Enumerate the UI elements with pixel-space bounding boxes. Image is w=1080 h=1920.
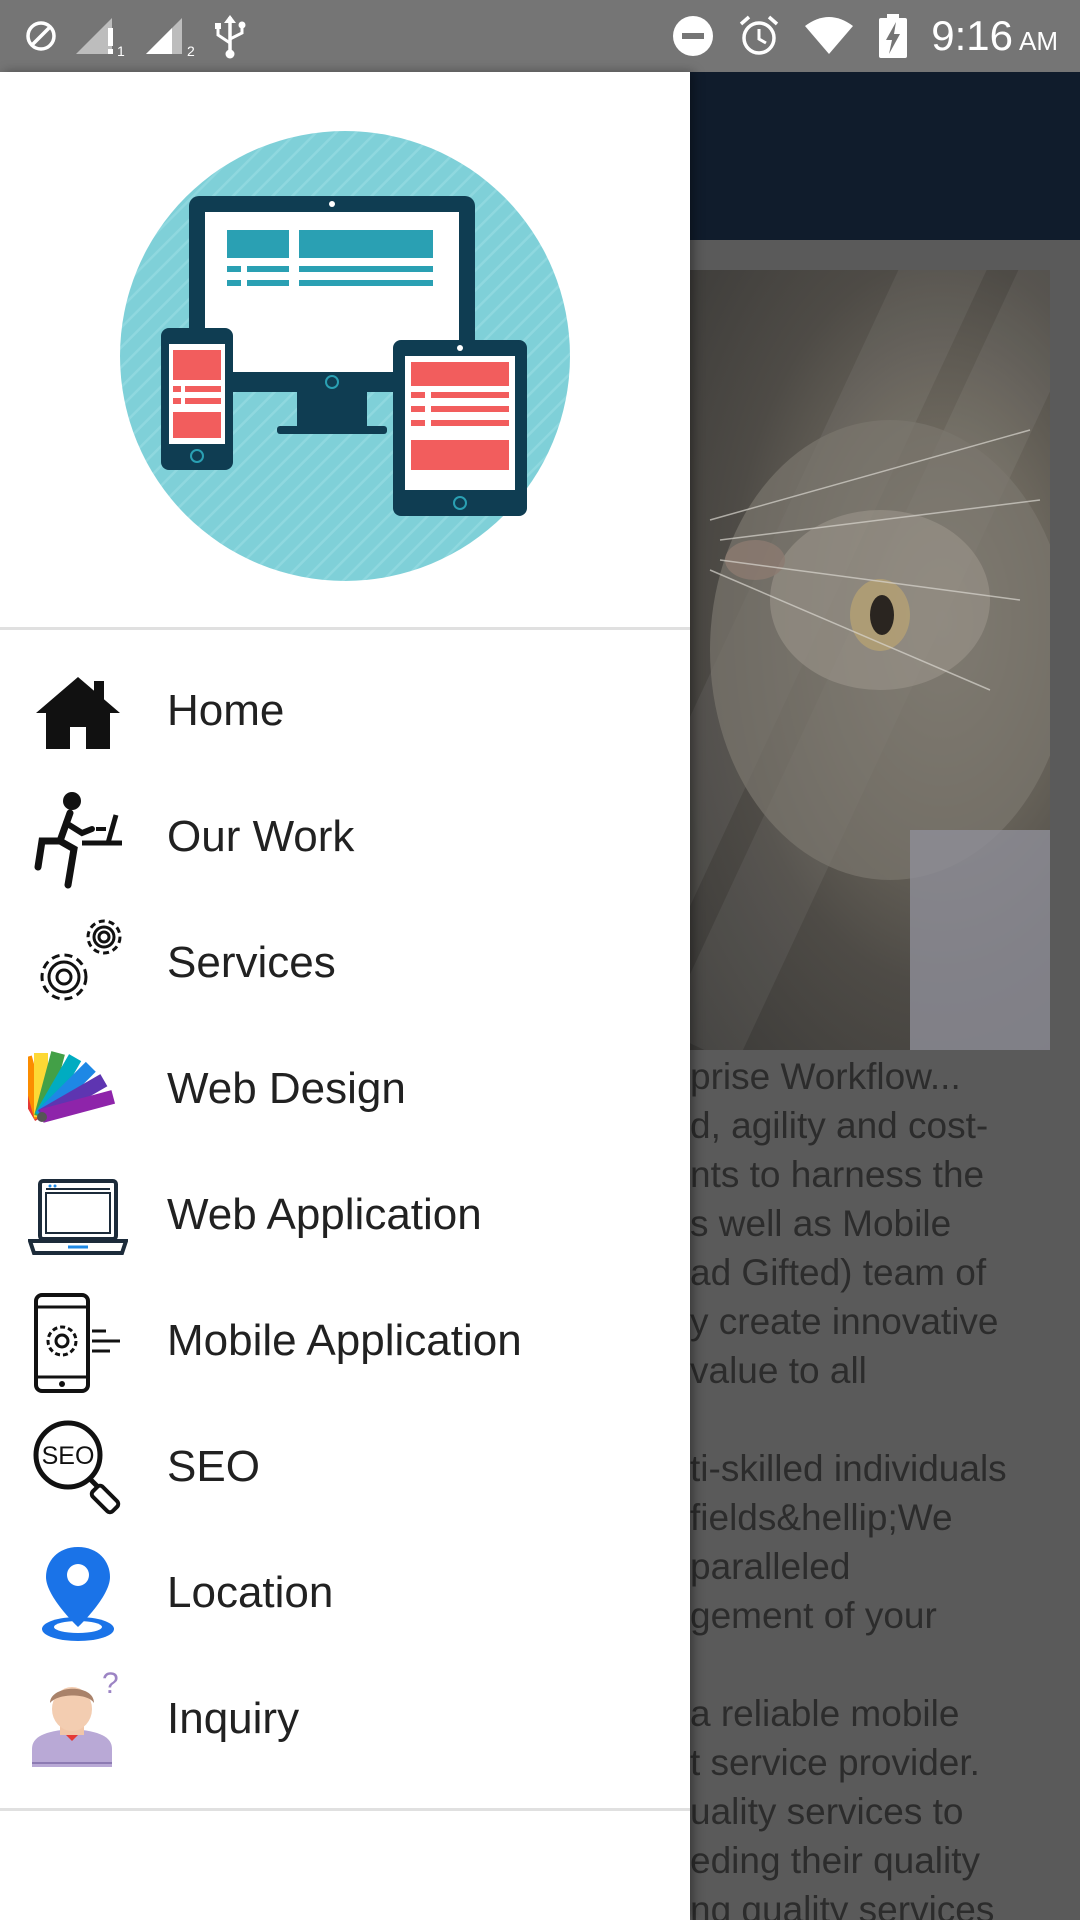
- drawer-header: [0, 72, 690, 628]
- menu-item-services[interactable]: Services: [0, 900, 690, 1026]
- menu-bottom-divider: [0, 1808, 690, 1811]
- menu-item-label: Web Application: [167, 1190, 482, 1239]
- mobile-settings-icon: [28, 1293, 128, 1393]
- do-not-disturb-icon: [24, 19, 58, 53]
- menu-item-label: Inquiry: [167, 1694, 300, 1743]
- svg-text:1: 1: [117, 43, 125, 58]
- menu-item-inquiry[interactable]: ? Inquiry: [0, 1656, 690, 1782]
- dnd-minus-icon: [671, 14, 715, 58]
- person-at-desk-icon: [28, 789, 128, 889]
- alarm-icon: [737, 14, 781, 58]
- background-body-text: prise Workflow... d, agility and cost- n…: [690, 1056, 1007, 1920]
- header-divider: [0, 627, 690, 630]
- menu-item-mobile-application[interactable]: Mobile Application: [0, 1278, 690, 1404]
- menu-item-web-application[interactable]: Web Application: [0, 1152, 690, 1278]
- wifi-icon: [803, 16, 855, 56]
- laptop-icon: [28, 1167, 128, 1267]
- menu-item-label: SEO: [167, 1442, 260, 1491]
- responsive-devices-logo: [119, 130, 571, 582]
- seo-magnifier-icon: SEO: [28, 1419, 128, 1519]
- cat-photo: [690, 270, 1050, 1050]
- menu-item-location[interactable]: Location: [0, 1530, 690, 1656]
- svg-text:2: 2: [187, 43, 195, 58]
- navigation-drawer: Home Our Work Services Web Design Web Ap…: [0, 72, 690, 1920]
- menu-item-label: Mobile Application: [167, 1316, 522, 1365]
- menu-item-label: Home: [167, 686, 285, 735]
- home-icon: [28, 663, 128, 763]
- svg-text:?: ?: [102, 1671, 119, 1700]
- location-pin-icon: [28, 1545, 128, 1645]
- menu-item-home[interactable]: Home: [0, 648, 690, 774]
- drawer-menu: Home Our Work Services Web Design Web Ap…: [0, 648, 690, 1782]
- inquiry-person-icon: ?: [28, 1671, 128, 1771]
- menu-item-label: Our Work: [167, 812, 355, 861]
- menu-item-label: Web Design: [167, 1064, 406, 1113]
- menu-item-web-design[interactable]: Web Design: [0, 1026, 690, 1152]
- menu-item-our-work[interactable]: Our Work: [0, 774, 690, 900]
- menu-item-label: Services: [167, 938, 336, 987]
- menu-item-label: Location: [167, 1568, 334, 1617]
- svg-text:SEO: SEO: [42, 1442, 95, 1470]
- signal-sim1-icon: 1: [72, 14, 128, 58]
- signal-sim2-icon: 2: [142, 14, 198, 58]
- menu-item-seo[interactable]: SEO SEO: [0, 1404, 690, 1530]
- usb-icon: [212, 13, 248, 59]
- status-bar: 1 2 9:16 AM: [0, 0, 1080, 72]
- gears-icon: [28, 915, 128, 1015]
- color-palette-icon: [28, 1041, 128, 1141]
- clock: 9:16 AM: [931, 12, 1058, 59]
- battery-charging-icon: [877, 13, 909, 59]
